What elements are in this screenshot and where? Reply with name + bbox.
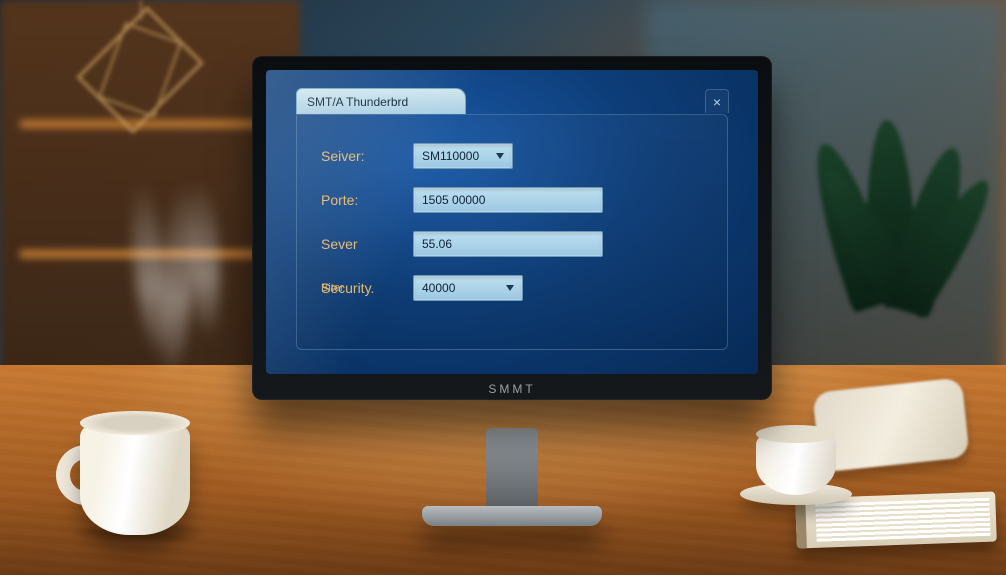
coffee-mug: [60, 405, 210, 535]
sever-input[interactable]: 55.06: [413, 231, 603, 257]
label-security-sub: Biter: [321, 282, 344, 294]
label-porte: Porte:: [321, 192, 413, 208]
security-select[interactable]: 40000: [413, 275, 523, 301]
monitor-stand-neck: [486, 428, 538, 508]
monitor-brand: SMMT: [252, 382, 772, 396]
dialog-tab-title: SMT/A Thunderbrd: [307, 95, 408, 109]
porte-value: 1505 00000: [422, 193, 485, 207]
row-sever: Sever 55.06: [321, 231, 703, 257]
row-security: Biter Security. 40000: [321, 275, 703, 301]
dialog-panel: × Seiver: SM110000 Porte:: [296, 114, 728, 350]
label-server: Seiver:: [321, 148, 413, 164]
scene: OLLA TUNTIFTURS SMMT SMT/A Thunderbrd: [0, 0, 1006, 575]
porte-input[interactable]: 1505 00000: [413, 187, 603, 213]
settings-dialog: SMT/A Thunderbrd × Seiver: SM110000: [296, 88, 728, 350]
book-title-text: OLLA TUNTIFTURS: [884, 523, 982, 537]
monitor-stand-base: [422, 506, 602, 526]
monitor: SMMT SMT/A Thunderbrd × Seiver: SM110: [252, 56, 772, 526]
label-sever: Sever: [321, 236, 413, 252]
security-value: 40000: [422, 281, 455, 295]
chevron-down-icon: [506, 285, 514, 291]
dialog-tab[interactable]: SMT/A Thunderbrd: [296, 88, 466, 114]
row-server: Seiver: SM110000: [321, 143, 703, 169]
sever-value: 55.06: [422, 237, 452, 251]
hanging-ornament: [80, 0, 200, 140]
close-icon: ×: [713, 94, 721, 110]
steam: [135, 180, 225, 390]
close-button[interactable]: ×: [705, 89, 729, 113]
chevron-down-icon: [496, 153, 504, 159]
label-security: Biter Security.: [321, 280, 413, 296]
screen: SMT/A Thunderbrd × Seiver: SM110000: [266, 70, 758, 374]
monitor-bezel: SMMT SMT/A Thunderbrd × Seiver: SM110: [252, 56, 772, 400]
server-select[interactable]: SM110000: [413, 143, 513, 169]
row-porte: Porte: 1505 00000: [321, 187, 703, 213]
server-value: SM110000: [422, 149, 479, 163]
plant: [816, 120, 976, 380]
